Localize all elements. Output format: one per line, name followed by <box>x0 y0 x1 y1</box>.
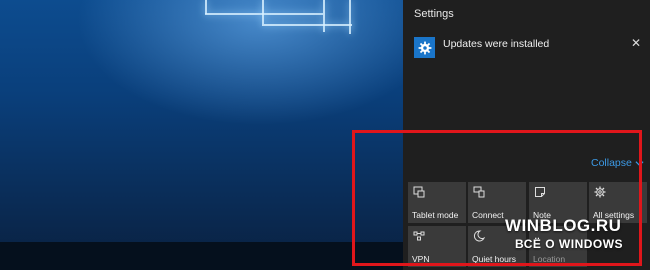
note-icon <box>535 187 545 197</box>
connect-icon <box>473 186 485 198</box>
wallpaper-light-beam <box>323 0 325 32</box>
tile-label: Tablet mode <box>412 210 459 220</box>
tile-tablet-mode[interactable]: Tablet mode <box>408 182 466 223</box>
notification-text: Updates were installed <box>443 38 550 50</box>
tablet-mode-icon <box>413 186 425 198</box>
close-icon[interactable]: ✕ <box>631 36 641 50</box>
action-center-title: Settings <box>414 8 454 20</box>
wallpaper-light-beam <box>205 0 207 14</box>
tile-label: Quiet hours <box>472 254 516 264</box>
tile-label: VPN <box>412 254 430 264</box>
gear-icon <box>594 186 606 198</box>
wallpaper-light-beam <box>349 0 351 34</box>
wallpaper-light-beam <box>262 0 264 24</box>
moon-icon <box>473 230 485 242</box>
notification-item[interactable]: Updates were installed ✕ <box>403 30 650 64</box>
taskbar <box>0 242 403 270</box>
wallpaper-light-beam <box>205 13 323 15</box>
collapse-button[interactable]: Collapse <box>591 157 644 169</box>
gear-icon <box>414 37 435 58</box>
watermark: WINBLOG.RU ВСЁ О WINDOWS <box>505 216 623 251</box>
tile-label: Location <box>533 254 566 264</box>
watermark-subtitle: ВСЁ О WINDOWS <box>515 237 624 251</box>
chevron-down-icon <box>635 160 644 166</box>
desktop-wallpaper <box>0 0 403 270</box>
collapse-label: Collapse <box>591 157 632 169</box>
tile-label: Connect <box>472 210 504 220</box>
watermark-title: WINBLOG.RU <box>505 216 622 235</box>
wallpaper-light-beam <box>262 24 352 26</box>
tile-vpn[interactable]: VPN <box>408 226 466 267</box>
vpn-icon <box>413 231 425 241</box>
